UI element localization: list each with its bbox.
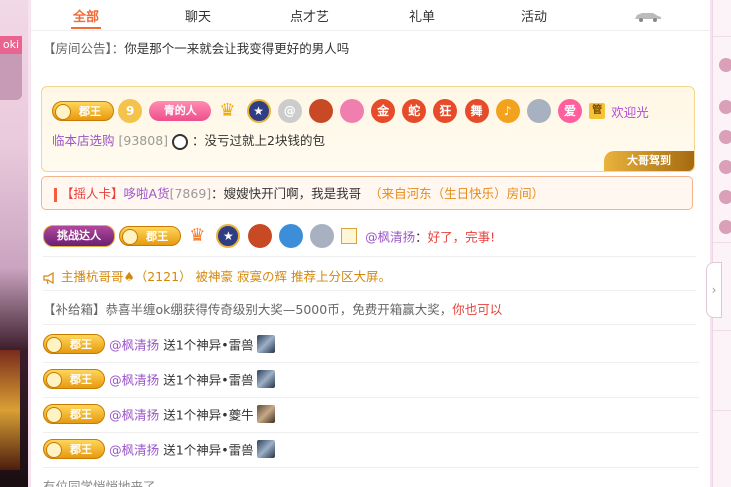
tab-gift-list[interactable]: 礼单 [409, 6, 435, 25]
card-tag: 【摇人卡】 [61, 186, 124, 201]
gift-user[interactable]: @枫清扬 [109, 373, 159, 388]
music-medal-icon: ♪ [495, 99, 520, 123]
vip-uid: [93808] [118, 133, 169, 148]
love-badge-icon: 爱 [557, 99, 582, 123]
gift-message: 郡王 @枫清扬 送1个神异•雷兽 [43, 432, 699, 468]
silver-medal-icon [526, 99, 551, 123]
swirl-icon: @ [277, 99, 302, 123]
star-medal-icon: ★ [216, 224, 241, 248]
gift-message: 郡王 @枫清扬 送1个神异•雷兽 [43, 362, 699, 398]
avatar[interactable] [719, 130, 731, 144]
gift-text: 送1个神异•雷兽 [163, 372, 254, 388]
medal-icon [308, 99, 333, 123]
card-uid: [7869] [169, 186, 212, 201]
avatar[interactable] [719, 100, 731, 114]
rank-badge: 郡王 [43, 369, 105, 389]
accent-bar [54, 187, 57, 202]
chat-message: 挑战达人 郡王 ♛ ★ @枫清扬：好了，完事! [43, 224, 696, 248]
user-card-icon [340, 228, 357, 244]
card-message: 嫂嫂快开门啊，我是我哥 [223, 186, 362, 201]
rank-badge: 郡王 [119, 226, 182, 246]
notice-text: 你是那个一来就会让我变得更好的男人吗 [124, 41, 350, 56]
collapse-panel-button[interactable]: › [706, 262, 722, 318]
rank-badge: 郡王 [52, 101, 114, 121]
admin-badge: 管 [589, 103, 606, 119]
system-text: 主播杭哥哥♠（2121） 被神豪 寂寞の辉 推荐上分区大屏。 [61, 269, 391, 284]
gift-user[interactable]: @枫清扬 [109, 338, 159, 353]
tab-bar: 全部 聊天 点才艺 礼单 活动 [31, 0, 710, 31]
silver-medal-icon [309, 224, 334, 248]
mention-user[interactable]: @枫清扬 [365, 230, 415, 245]
rank-badge: 郡王 [43, 439, 105, 459]
heart-medal-icon [339, 99, 364, 123]
medal-icon [247, 224, 272, 248]
gift-icon [256, 370, 275, 388]
bonus-text: 【补给箱】恭喜半缠ok绷获得传奇级别大奖—5000币，免费开箱赢大奖， [43, 302, 453, 317]
card-source-room[interactable]: （来自河东（生日快乐）房间） [369, 186, 544, 201]
gift-user[interactable]: @枫清扬 [109, 443, 159, 458]
right-audience-strip [712, 0, 731, 487]
avatar[interactable] [719, 160, 731, 174]
shield-icon [278, 224, 303, 248]
avatar[interactable] [719, 190, 731, 204]
tab-chat[interactable]: 聊天 [185, 6, 211, 25]
vip-username[interactable]: 临本店选购 [52, 133, 115, 148]
rank-badge: 郡王 [43, 404, 105, 424]
medal-wu-icon: 舞 [464, 99, 489, 123]
reply-message: 好了，完事! [427, 229, 496, 245]
crown-icon: ♛ [219, 100, 236, 121]
bonus-link[interactable]: 你也可以 [452, 302, 502, 317]
challenge-badge: 挑战达人 [43, 225, 115, 247]
left-banner-image[interactable] [0, 350, 20, 470]
gift-icon [256, 335, 275, 353]
rank-badge: 郡王 [43, 334, 105, 354]
gift-text: 送1个神异•雷兽 [163, 442, 254, 458]
medal-jin-icon: 金 [371, 99, 396, 123]
vip-arrive-banner: 大哥驾到 [604, 151, 694, 171]
star-medal-icon: ★ [246, 99, 271, 123]
medal-kuang-icon: 狂 [433, 99, 458, 123]
medal-she-icon: 蛇 [402, 99, 427, 123]
left-label: oki [0, 36, 22, 54]
entry-notice: 有位同学悄悄地来了 [43, 479, 156, 487]
welcome-text: 欢迎光 [611, 104, 649, 120]
gift-text: 送1个神异•夔牛 [163, 407, 254, 423]
vip-message: 没亏过就上2块钱的包 [204, 133, 325, 148]
gift-text: 送1个神异•雷兽 [163, 337, 254, 353]
vip-welcome-message: 郡王 9 青的人 ♛ ★ @ 金 蛇 狂 舞 ♪ 爱 管 欢迎光 临本店选购 [… [41, 86, 695, 172]
crown-icon: ♛ [189, 225, 206, 246]
room-notice: 【房间公告】：你是那个一来就会让我变得更好的男人吗 [43, 38, 349, 57]
gift-user[interactable]: @枫清扬 [109, 408, 159, 423]
chat-panel: 全部 聊天 点才艺 礼单 活动 【房间公告】：你是那个一来就会让我变得更好的男人… [31, 0, 710, 487]
summon-card-message: 【摇人卡】哆啦A货[7869]：嫂嫂快开门啊，我是我哥 （来自河东（生日快乐）房… [41, 176, 693, 210]
level-icon: 9 [118, 99, 143, 123]
avatar[interactable] [719, 220, 731, 234]
panda-icon [172, 133, 189, 150]
fan-badge: 青的人 [149, 101, 212, 121]
left-video-strip: oki [0, 0, 28, 487]
tab-talent[interactable]: 点才艺 [290, 6, 329, 25]
megaphone-icon [43, 271, 54, 284]
car-icon[interactable] [633, 10, 663, 22]
avatar[interactable] [719, 58, 731, 72]
gift-message: 郡王 @枫清扬 送1个神异•雷兽 [43, 327, 699, 363]
bonus-box-message: 【补给箱】恭喜半缠ok绷获得传奇级别大奖—5000币，免费开箱赢大奖，你也可以 [43, 299, 696, 318]
card-username[interactable]: 哆啦A货 [124, 186, 170, 201]
gift-message: 郡王 @枫清扬 送1个神异•夔牛 [43, 397, 699, 433]
system-announcement: 主播杭哥哥♠（2121） 被神豪 寂寞の辉 推荐上分区大屏。 [43, 266, 696, 285]
gift-icon [256, 405, 275, 423]
tab-activity[interactable]: 活动 [521, 6, 547, 25]
tab-all[interactable]: 全部 [70, 6, 102, 29]
gift-icon [256, 440, 275, 458]
notice-tag: 【房间公告】： [43, 41, 125, 56]
